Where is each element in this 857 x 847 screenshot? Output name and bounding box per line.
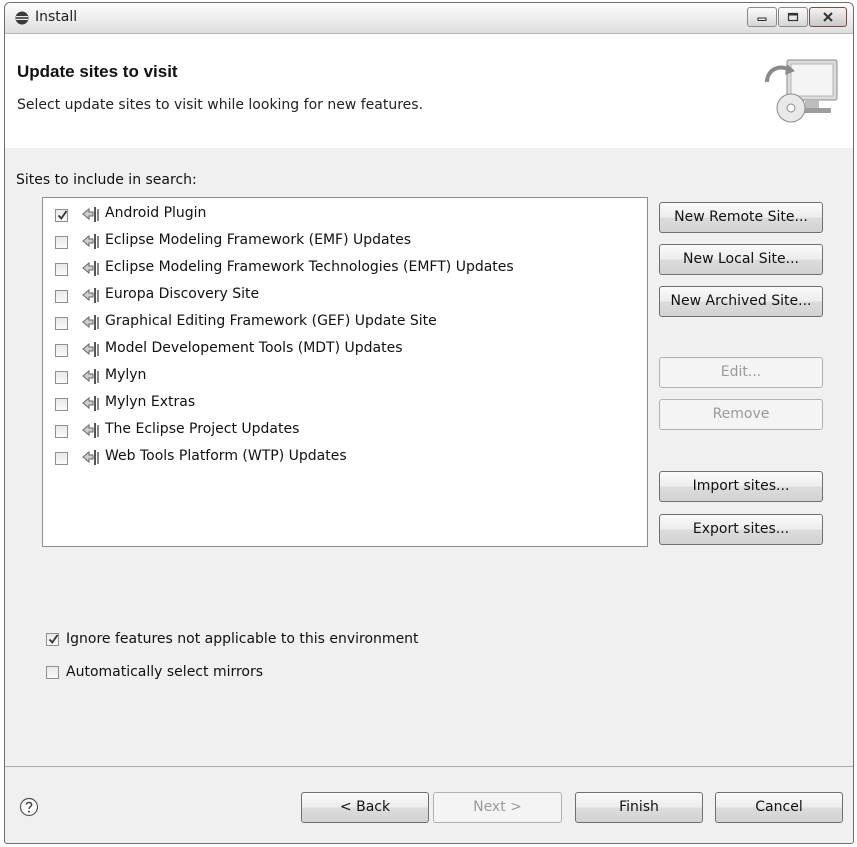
update-site-icon: [81, 259, 101, 279]
minimize-icon: [757, 17, 767, 21]
update-site-icon: [81, 367, 101, 387]
eclipse-icon: [15, 11, 29, 25]
page-description: Select update sites to visit while looki…: [17, 97, 424, 113]
site-row[interactable]: Eclipse Modeling Framework (EMF) Updates: [43, 228, 647, 255]
site-label: Graphical Editing Framework (GEF) Update…: [105, 313, 437, 329]
import-sites-button[interactable]: Import sites...: [659, 471, 823, 502]
site-row[interactable]: Europa Discovery Site: [43, 282, 647, 309]
window-title: Install: [35, 9, 78, 25]
site-checkbox[interactable]: [55, 452, 68, 465]
footer-divider: [5, 766, 853, 767]
help-icon[interactable]: [19, 797, 39, 817]
update-site-icon: [81, 232, 101, 252]
site-label: Mylyn: [105, 367, 147, 383]
ignore-features-checkbox[interactable]: [46, 633, 59, 646]
site-row[interactable]: Mylyn Extras: [43, 390, 647, 417]
banner-divider: [5, 147, 853, 148]
wizard-banner: Update sites to visit Select update site…: [5, 34, 853, 148]
close-button[interactable]: [809, 7, 847, 27]
install-dialog: Install Update sites to visit Select upd…: [4, 2, 854, 844]
site-row[interactable]: Eclipse Modeling Framework Technologies …: [43, 255, 647, 282]
title-bar[interactable]: Install: [5, 3, 853, 34]
update-site-icon: [81, 394, 101, 414]
auto-mirrors-label: Automatically select mirrors: [66, 664, 264, 680]
maximize-button[interactable]: [778, 7, 808, 27]
site-checkbox[interactable]: [55, 236, 68, 249]
site-row[interactable]: Model Developement Tools (MDT) Updates: [43, 336, 647, 363]
site-checkbox[interactable]: [55, 371, 68, 384]
site-label: Android Plugin: [105, 205, 207, 221]
site-row[interactable]: Android Plugin: [43, 201, 647, 228]
site-row[interactable]: Mylyn: [43, 363, 647, 390]
cancel-button[interactable]: Cancel: [715, 792, 843, 823]
site-label: Web Tools Platform (WTP) Updates: [105, 448, 347, 464]
site-label: Model Developement Tools (MDT) Updates: [105, 340, 403, 356]
minimize-button[interactable]: [747, 7, 777, 27]
site-label: The Eclipse Project Updates: [105, 421, 300, 437]
close-icon: [823, 12, 833, 22]
page-title: Update sites to visit: [17, 62, 178, 81]
back-button[interactable]: < Back: [301, 792, 429, 823]
site-label: Eclipse Modeling Framework Technologies …: [105, 259, 514, 275]
site-label: Mylyn Extras: [105, 394, 196, 410]
auto-mirrors-checkbox[interactable]: [46, 666, 59, 679]
finish-button[interactable]: Finish: [575, 792, 703, 823]
site-checkbox[interactable]: [55, 344, 68, 357]
site-checkbox[interactable]: [55, 263, 68, 276]
edit-button[interactable]: Edit...: [659, 357, 823, 388]
next-button[interactable]: Next >: [433, 792, 562, 823]
update-site-icon: [81, 421, 101, 441]
site-checkbox[interactable]: [55, 290, 68, 303]
site-label: Europa Discovery Site: [105, 286, 260, 302]
remove-button[interactable]: Remove: [659, 399, 823, 430]
new-local-site-button[interactable]: New Local Site...: [659, 244, 823, 275]
maximize-icon: [787, 12, 799, 22]
new-archived-site-button[interactable]: New Archived Site...: [659, 286, 823, 317]
site-label: Eclipse Modeling Framework (EMF) Updates: [105, 232, 411, 248]
update-site-icon: [81, 448, 101, 468]
site-row[interactable]: The Eclipse Project Updates: [43, 417, 647, 444]
site-checkbox[interactable]: [55, 209, 68, 222]
site-row[interactable]: Web Tools Platform (WTP) Updates: [43, 444, 647, 471]
update-site-icon: [81, 205, 101, 225]
site-row[interactable]: Graphical Editing Framework (GEF) Update…: [43, 309, 647, 336]
site-checkbox[interactable]: [55, 317, 68, 330]
site-checkbox[interactable]: [55, 425, 68, 438]
new-remote-site-button[interactable]: New Remote Site...: [659, 202, 823, 233]
sites-label: Sites to include in search:: [16, 172, 197, 188]
update-site-icon: [81, 340, 101, 360]
sites-list[interactable]: Android Plugin Eclipse Modeling Framework…: [42, 197, 648, 547]
site-checkbox[interactable]: [55, 398, 68, 411]
update-site-icon: [81, 286, 101, 306]
ignore-features-label: Ignore features not applicable to this e…: [66, 631, 419, 647]
update-site-icon: [81, 313, 101, 333]
update-computer-icon: [765, 59, 838, 123]
export-sites-button[interactable]: Export sites...: [659, 514, 823, 545]
